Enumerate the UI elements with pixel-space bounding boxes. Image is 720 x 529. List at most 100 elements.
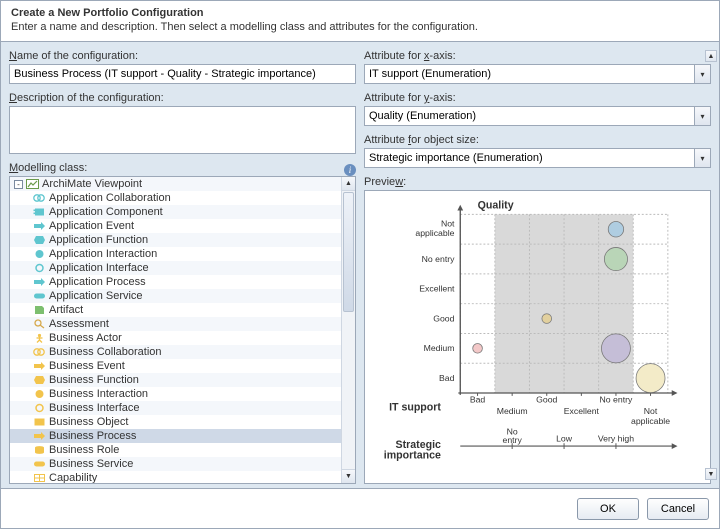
svg-text:Excellent: Excellent	[419, 284, 455, 294]
tree-item[interactable]: Assessment	[10, 317, 341, 331]
svg-text:Quality: Quality	[478, 200, 514, 212]
class-icon	[33, 347, 46, 357]
class-icon	[33, 291, 46, 301]
preview-panel: QualityBadMediumGoodExcellentNo entryNot…	[364, 190, 711, 484]
tree-item[interactable]: Business Event	[10, 359, 341, 373]
body-side-scroll[interactable]: ▲ ▼	[705, 50, 717, 480]
tree-item[interactable]: Application Interaction	[10, 247, 341, 261]
scroll-up-icon[interactable]: ▲	[342, 177, 355, 191]
tree-item[interactable]: Business Role	[10, 443, 341, 457]
x-axis-label: Attribute for x-axis:	[364, 50, 711, 62]
wizard-header: Create a New Portfolio Configuration Ent…	[1, 1, 719, 42]
svg-text:applicable: applicable	[415, 228, 454, 238]
svg-text:Not: Not	[441, 218, 455, 228]
tree-item[interactable]: Business Interaction	[10, 387, 341, 401]
class-icon	[33, 263, 46, 273]
size-axis-select[interactable]	[364, 148, 711, 168]
class-icon	[33, 193, 46, 203]
wizard-subtitle: Enter a name and description. Then selec…	[11, 21, 709, 33]
info-icon[interactable]: i	[344, 164, 356, 176]
preview-chart: QualityBadMediumGoodExcellentNo entryNot…	[371, 197, 704, 477]
svg-text:entry: entry	[503, 435, 523, 445]
tree-scrollbar[interactable]: ▲ ▼	[341, 177, 355, 483]
class-icon	[33, 319, 46, 329]
class-icon	[33, 473, 46, 483]
tree-item[interactable]: Application Event	[10, 219, 341, 233]
tree-item-label: Application Process	[49, 275, 146, 289]
scroll-thumb[interactable]	[343, 192, 354, 312]
tree-item[interactable]: Application Collaboration	[10, 191, 341, 205]
class-icon	[33, 431, 46, 441]
wizard-footer: OK Cancel	[1, 488, 719, 528]
size-axis-label: Attribute for object size:	[364, 134, 711, 146]
tree-item[interactable]: Business Collaboration	[10, 345, 341, 359]
tree-item[interactable]: Application Service	[10, 289, 341, 303]
modelling-class-label: Modelling class:	[9, 162, 87, 174]
tree-item[interactable]: Business Interface	[10, 401, 341, 415]
class-icon	[33, 417, 46, 427]
tree-item-label: Business Collaboration	[49, 345, 162, 359]
tree-item-label: Business Service	[49, 457, 133, 471]
wizard-title: Create a New Portfolio Configuration	[11, 7, 709, 19]
svg-text:Low: Low	[556, 433, 573, 443]
tree-item-label: Application Collaboration	[49, 191, 171, 205]
modelling-class-tree[interactable]: -ArchiMate ViewpointApplication Collabor…	[9, 176, 356, 484]
svg-text:No entry: No entry	[600, 395, 633, 405]
svg-text:Bad: Bad	[439, 373, 455, 383]
tree-item[interactable]: Business Actor	[10, 331, 341, 345]
tree-item[interactable]: Application Interface	[10, 261, 341, 275]
tree-item-label: Business Interface	[49, 401, 140, 415]
class-icon	[33, 403, 46, 413]
svg-text:Medium: Medium	[497, 406, 528, 416]
tree-item[interactable]: Application Process	[10, 275, 341, 289]
svg-text:Good: Good	[536, 395, 557, 405]
tree-item-label: Business Object	[49, 415, 128, 429]
scroll-down-icon[interactable]: ▼	[705, 468, 717, 480]
ok-button[interactable]: OK	[577, 498, 639, 520]
scroll-up-icon[interactable]: ▲	[705, 50, 717, 62]
y-axis-select[interactable]	[364, 106, 711, 126]
tree-item[interactable]: Application Component	[10, 205, 341, 219]
description-input[interactable]	[9, 106, 356, 154]
name-input[interactable]	[9, 64, 356, 84]
name-label: Name of the configuration:	[9, 50, 356, 62]
tree-item[interactable]: Artifact	[10, 303, 341, 317]
class-icon	[33, 305, 46, 315]
tree-item[interactable]: Application Function	[10, 233, 341, 247]
tree-item-label: Capability	[49, 471, 97, 483]
tree-expander-icon[interactable]: -	[14, 180, 23, 189]
tree-item-label: Application Interface	[49, 261, 149, 275]
wizard-body: Name of the configuration: Description o…	[1, 42, 719, 488]
tree-item-label: Business Process	[49, 429, 136, 443]
class-icon	[33, 235, 46, 245]
class-icon	[33, 221, 46, 231]
svg-text:importance: importance	[384, 450, 441, 462]
svg-text:Bad: Bad	[470, 395, 486, 405]
tree-item[interactable]: Business Object	[10, 415, 341, 429]
y-axis-label: Attribute for y-axis:	[364, 92, 711, 104]
svg-text:Medium: Medium	[424, 343, 455, 353]
class-icon	[33, 333, 46, 343]
svg-text:IT support: IT support	[389, 401, 441, 413]
tree-item[interactable]: Business Process	[10, 429, 341, 443]
svg-text:Not: Not	[644, 406, 658, 416]
class-icon	[33, 459, 46, 469]
viewpoint-icon	[26, 179, 39, 189]
svg-text:Good: Good	[433, 313, 454, 323]
tree-item-label: Business Function	[49, 373, 139, 387]
tree-root[interactable]: -ArchiMate Viewpoint	[10, 177, 341, 191]
svg-text:Excellent: Excellent	[564, 406, 600, 416]
tree-item[interactable]: Business Service	[10, 457, 341, 471]
class-icon	[33, 207, 46, 217]
x-axis-select[interactable]	[364, 64, 711, 84]
tree-item[interactable]: Business Function	[10, 373, 341, 387]
tree-item-label: Application Interaction	[49, 247, 157, 261]
tree-item[interactable]: Capability	[10, 471, 341, 483]
tree-item-label: Assessment	[49, 317, 109, 331]
class-icon	[33, 375, 46, 385]
scroll-down-icon[interactable]: ▼	[342, 469, 355, 483]
cancel-button[interactable]: Cancel	[647, 498, 709, 520]
description-label: Description of the configuration:	[9, 92, 356, 104]
class-icon	[33, 445, 46, 455]
tree-item-label: Business Actor	[49, 331, 122, 345]
